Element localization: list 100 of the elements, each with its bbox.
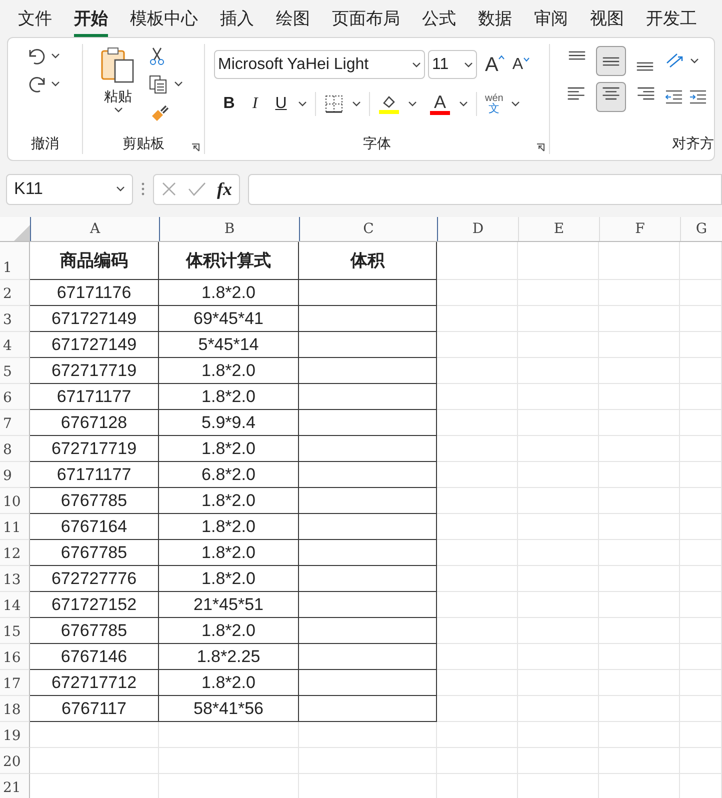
table-cell: 21*45*51 [159, 592, 299, 618]
caret-icon[interactable] [298, 101, 307, 107]
ribbon-tab[interactable]: 公式 [422, 6, 456, 37]
row-header[interactable]: 16 [0, 644, 30, 670]
ribbon-tab[interactable]: 插入 [220, 6, 254, 37]
column-header[interactable]: G [680, 217, 722, 241]
name-box[interactable]: K11 [6, 174, 133, 204]
row-header[interactable]: 5 [0, 358, 30, 384]
row-header[interactable]: 2 [0, 280, 30, 306]
font-color-button[interactable]: A [429, 93, 451, 115]
scissors-icon[interactable] [148, 46, 166, 66]
caret-icon[interactable] [51, 81, 60, 87]
caret-icon[interactable] [51, 53, 60, 59]
row-header[interactable]: 3 [0, 306, 30, 332]
row-header[interactable]: 21 [0, 774, 30, 798]
row-header[interactable]: 9 [0, 462, 30, 488]
column-header[interactable]: A [30, 217, 159, 241]
empty-cell [680, 462, 722, 488]
dialog-launcher-icon[interactable] [536, 143, 545, 152]
row-header[interactable]: 15 [0, 618, 30, 644]
caret-icon[interactable] [174, 81, 183, 87]
empty-cell [680, 488, 722, 514]
row-header[interactable]: 7 [0, 410, 30, 436]
empty-cell [680, 332, 722, 358]
table-cell: 6767117 [30, 696, 159, 722]
copy-icon[interactable] [148, 74, 168, 94]
increase-indent-icon[interactable] [688, 88, 708, 106]
align-lines-icon [600, 87, 622, 100]
caret-icon[interactable] [459, 101, 468, 107]
row-header[interactable]: 14 [0, 592, 30, 618]
underline-button[interactable]: U [272, 92, 290, 116]
table-cell: 1.8*2.0 [159, 280, 299, 306]
table-cell: 1.8*2.0 [159, 540, 299, 566]
insert-function-button[interactable]: fx [217, 176, 232, 202]
align-center-button[interactable] [596, 82, 626, 112]
table-cell: 1.8*2.0 [159, 566, 299, 592]
bold-button[interactable]: B [220, 92, 238, 116]
ribbon-tab[interactable]: 数据 [478, 6, 512, 37]
column-header[interactable]: F [599, 217, 680, 241]
table-cell: 6767146 [30, 644, 159, 670]
decrease-indent-icon[interactable] [664, 88, 684, 106]
ribbon-tab[interactable]: 页面布局 [332, 6, 400, 37]
column-header[interactable]: C [299, 217, 437, 241]
row-header[interactable]: 18 [0, 696, 30, 722]
column-header[interactable]: D [437, 217, 518, 241]
row-header[interactable]: 13 [0, 566, 30, 592]
table-cell: 体积计算式 [159, 242, 299, 280]
empty-cell [680, 722, 722, 748]
empty-cell [680, 566, 722, 592]
row-header[interactable]: 11 [0, 514, 30, 540]
row-header[interactable]: 8 [0, 436, 30, 462]
shrink-font-button[interactable]: A [510, 56, 532, 72]
more-options-icon[interactable] [141, 182, 145, 196]
paste-button[interactable]: 粘贴 [98, 46, 138, 132]
ribbon-tab[interactable]: 绘图 [276, 6, 310, 37]
ribbon-tab[interactable]: 模板中心 [130, 6, 198, 37]
formula-input[interactable] [248, 174, 722, 204]
caret-icon[interactable] [408, 101, 417, 107]
row-header[interactable]: 12 [0, 540, 30, 566]
italic-button[interactable]: I [246, 92, 264, 116]
font-name-dropdown[interactable]: Microsoft YaHei Light [214, 50, 425, 79]
group-label: 字体 [363, 134, 391, 152]
caret-icon[interactable] [690, 58, 699, 64]
grow-font-button[interactable]: A [483, 54, 508, 74]
empty-cell [680, 670, 722, 696]
row-header[interactable]: 10 [0, 488, 30, 514]
empty-cell [680, 514, 722, 540]
empty-cell [680, 410, 722, 436]
ribbon-tab[interactable]: 文件 [18, 6, 52, 37]
row-header[interactable]: 1 [0, 242, 30, 280]
table-cell: 671727152 [30, 592, 159, 618]
phonetic-button[interactable]: wén 文 [485, 94, 504, 114]
align-middle-button[interactable] [596, 46, 626, 76]
caret-down-icon [523, 56, 530, 62]
caret-icon[interactable] [511, 101, 520, 107]
check-icon[interactable] [187, 181, 207, 197]
empty-cell [680, 540, 722, 566]
row-header[interactable]: 20 [0, 748, 30, 774]
group-label: 剪贴板 [122, 134, 164, 152]
column-header[interactable]: E [518, 217, 599, 241]
font-size-dropdown[interactable]: 11 [428, 50, 477, 79]
clipboard-icon [100, 46, 136, 84]
dialog-launcher-icon[interactable] [191, 143, 200, 152]
caret-icon[interactable] [352, 101, 361, 107]
ribbon-tab[interactable]: 视图 [590, 6, 624, 37]
table-cell: 1.8*2.0 [159, 670, 299, 696]
empty-cell [680, 306, 722, 332]
row-header[interactable]: 6 [0, 384, 30, 410]
table-cell: 672717719 [30, 436, 159, 462]
caret-icon[interactable] [114, 107, 122, 113]
ribbon-tab[interactable]: 审阅 [534, 6, 568, 37]
column-header[interactable]: B [159, 217, 299, 241]
borders-icon[interactable] [324, 94, 344, 114]
ribbon-tab[interactable]: 开发工 [646, 6, 697, 37]
table-cell: 69*45*41 [159, 306, 299, 332]
row-header[interactable]: 19 [0, 722, 30, 748]
row-header[interactable]: 4 [0, 332, 30, 358]
empty-cell [680, 358, 722, 384]
align-lines-icon [566, 51, 588, 60]
row-header[interactable]: 17 [0, 670, 30, 696]
